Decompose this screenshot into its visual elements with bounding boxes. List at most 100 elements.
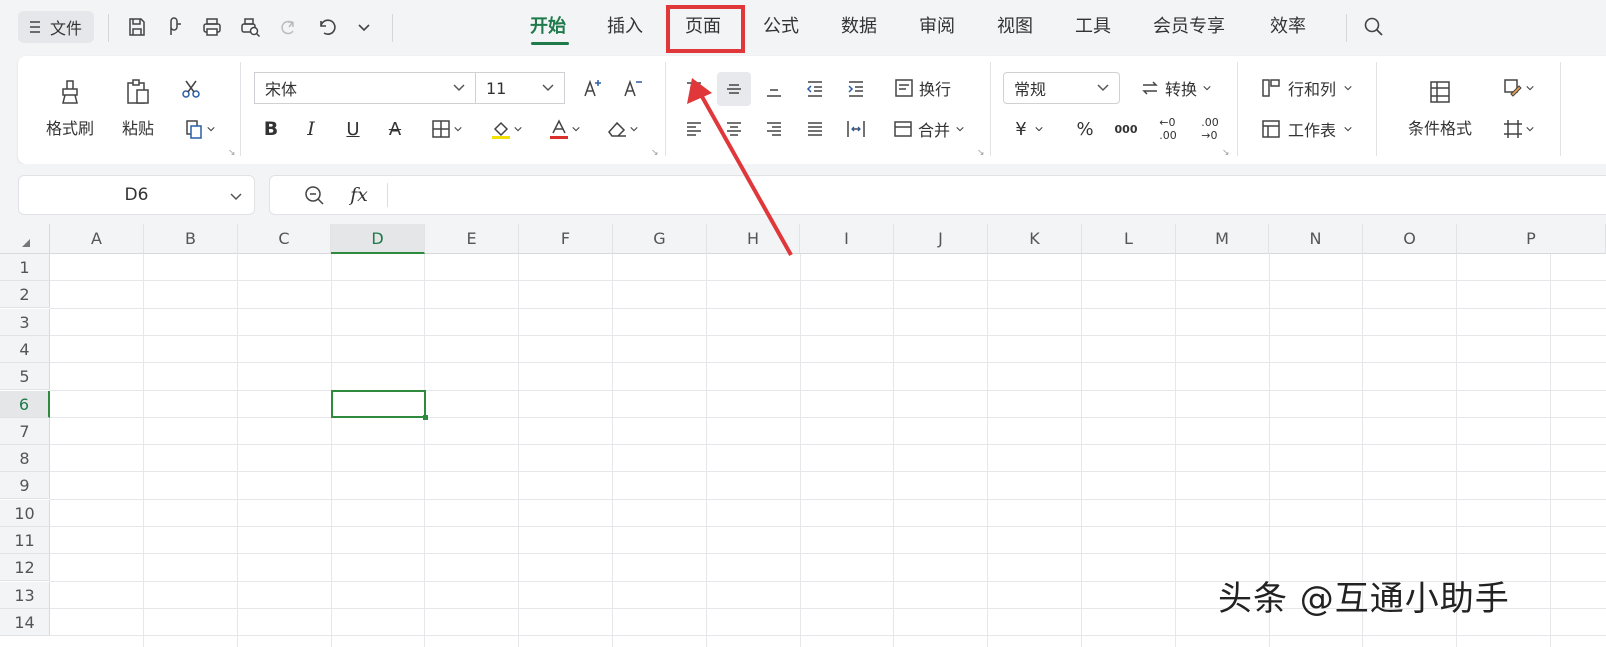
decrease-indent-icon[interactable] [801,74,829,104]
row-header-9[interactable]: 9 [0,472,50,499]
column-header-j[interactable]: J [894,224,988,254]
worksheet-button[interactable]: 工作表 [1254,114,1360,144]
copy-button[interactable] [176,114,224,144]
export-pdf-icon[interactable] [161,13,189,41]
column-header-o[interactable]: O [1363,224,1457,254]
insert-function-icon[interactable]: fx [344,180,374,210]
table-format-button[interactable] [1496,114,1542,144]
name-box[interactable]: D6 [18,175,255,215]
increase-font-icon[interactable] [578,73,608,103]
percent-icon[interactable]: % [1070,114,1100,144]
bold-icon[interactable]: B [258,114,284,144]
column-header-d[interactable]: D [331,224,425,254]
row-header-13[interactable]: 13 [0,582,50,609]
decrease-decimal-icon[interactable]: .00 →0 [1194,114,1226,144]
dialog-launcher-icon[interactable]: ↘ [1222,148,1230,158]
tab-view[interactable]: 视图 [997,14,1033,40]
tab-formula[interactable]: 公式 [763,14,799,40]
row-header-8[interactable]: 8 [0,445,50,472]
column-header-g[interactable]: G [613,224,707,254]
distributed-align-icon[interactable] [842,114,870,144]
fill-handle[interactable] [423,415,428,420]
strikethrough-icon[interactable]: A [382,114,408,144]
column-header-c[interactable]: C [238,224,331,254]
row-header-3[interactable]: 3 [0,309,50,336]
column-header-h[interactable]: H [707,224,800,254]
row-header-2[interactable]: 2 [0,281,50,308]
redo-icon[interactable] [274,13,302,41]
number-format-select[interactable]: 常规 [1003,72,1120,104]
row-header-12[interactable]: 12 [0,554,50,581]
increase-indent-icon[interactable] [842,74,870,104]
italic-icon[interactable]: I [298,114,324,144]
align-right-icon[interactable] [760,114,788,144]
decrease-font-icon[interactable] [618,73,648,103]
row-header-10[interactable]: 10 [0,500,50,527]
tab-efficiency[interactable]: 效率 [1270,14,1306,40]
dialog-launcher-icon[interactable]: ↘ [977,148,985,158]
undo-icon[interactable] [312,13,340,41]
column-header-f[interactable]: F [519,224,613,254]
chevron-down-icon[interactable] [350,13,378,41]
merge-button[interactable]: 合并 [886,114,972,144]
tab-data[interactable]: 数据 [841,14,877,40]
column-header-b[interactable]: B [144,224,238,254]
row-header-6[interactable]: 6 [0,391,50,418]
font-color-button[interactable] [542,114,588,144]
column-header-e[interactable]: E [425,224,519,254]
paste-button[interactable]: 粘贴 [108,70,168,146]
currency-icon[interactable]: ¥ [1008,114,1052,144]
cell-style-button[interactable] [1496,73,1542,103]
dialog-launcher-icon[interactable]: ↘ [228,148,236,158]
increase-decimal-icon[interactable]: ←0.00 [1152,114,1184,144]
justify-icon[interactable] [801,114,829,144]
column-header-p[interactable]: P [1457,224,1606,254]
row-header-1[interactable]: 1 [0,254,50,281]
align-top-icon[interactable] [680,74,708,104]
font-name-select[interactable]: 宋体 [254,72,476,104]
tab-review[interactable]: 审阅 [919,14,955,40]
tab-member[interactable]: 会员专享 [1153,14,1225,40]
cut-button[interactable] [174,74,208,104]
column-header-k[interactable]: K [988,224,1082,254]
file-menu-button[interactable]: 文件 [18,11,94,43]
fill-color-button[interactable] [484,114,530,144]
format-painter-button[interactable]: 格式刷 [38,70,102,146]
tab-tools[interactable]: 工具 [1075,14,1111,40]
row-header-14[interactable]: 14 [0,609,50,636]
selected-cell[interactable] [331,390,426,418]
formula-input[interactable] [269,175,1606,215]
row-header-4[interactable]: 4 [0,336,50,363]
column-header-m[interactable]: M [1176,224,1269,254]
rows-columns-button[interactable]: 行和列 [1254,73,1360,103]
row-header-11[interactable]: 11 [0,527,50,554]
save-icon[interactable] [123,13,151,41]
wrap-text-button[interactable]: 换行 [886,73,958,103]
zoom-formula-icon[interactable] [300,180,328,210]
font-size-select[interactable]: 11 [475,72,565,104]
print-preview-icon[interactable] [236,13,264,41]
column-header-i[interactable]: I [800,224,894,254]
column-header-n[interactable]: N [1269,224,1363,254]
clear-button[interactable] [600,114,646,144]
convert-label: 转换 [1164,80,1197,99]
column-header-a[interactable]: A [50,224,144,254]
row-header-7[interactable]: 7 [0,418,50,445]
row-header-5[interactable]: 5 [0,363,50,390]
print-icon[interactable] [198,13,226,41]
select-all-corner[interactable] [0,224,50,254]
thousands-separator-icon[interactable]: 000 [1110,114,1142,144]
align-bottom-icon[interactable] [760,74,788,104]
align-middle-icon[interactable] [717,72,751,106]
align-left-icon[interactable] [680,114,708,144]
tab-home[interactable]: 开始 [530,14,566,40]
tab-insert[interactable]: 插入 [607,14,643,40]
conditional-format-button[interactable]: 条件格式 [1390,70,1490,146]
search-icon[interactable] [1360,13,1388,41]
convert-button[interactable]: 转换 [1132,73,1220,103]
underline-icon[interactable]: U [340,114,366,144]
column-header-l[interactable]: L [1082,224,1176,254]
border-button[interactable] [424,114,470,144]
dialog-launcher-icon[interactable]: ↘ [651,148,659,158]
align-center-icon[interactable] [720,114,748,144]
